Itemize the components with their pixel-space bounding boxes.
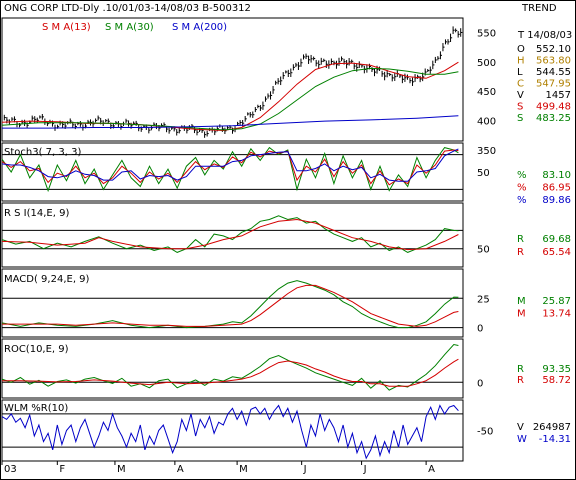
macd-readout-value: 13.74 bbox=[542, 309, 571, 320]
macd-y-tick-label: 25 bbox=[477, 294, 490, 305]
x-tick-label: A bbox=[428, 464, 435, 475]
stoch-readout-key: % bbox=[517, 195, 527, 206]
price-y-tick-label: 500 bbox=[477, 58, 496, 69]
price-readout-value: 483.25 bbox=[536, 113, 571, 124]
stoch-y-tick-label: 50 bbox=[477, 168, 490, 179]
x-tick-label: J bbox=[303, 464, 307, 475]
price-legend-label: S M A(30) bbox=[105, 22, 154, 33]
roc-readout-value: 93.35 bbox=[542, 364, 571, 375]
price-readout-key: O bbox=[517, 44, 525, 55]
readout-date: T 14/08/03 bbox=[517, 30, 572, 41]
price-y-tick-label: 550 bbox=[477, 29, 496, 40]
wlm-panel-label: WLM %R(10) bbox=[4, 403, 68, 414]
chart-canvas: ONG CORP LTD-Dly .10/01/03-14/08/03 B-50… bbox=[0, 0, 576, 480]
price-readout-key: S bbox=[517, 113, 523, 124]
rsi-readout-value: 65.54 bbox=[542, 247, 571, 258]
x-tick-label: A bbox=[177, 464, 184, 475]
stoch-panel-label: Stoch3( 7, 3, 3) bbox=[4, 147, 81, 158]
rsi-panel-label: R S I(14,E, 9) bbox=[4, 208, 69, 219]
roc-readout-key: R bbox=[517, 364, 524, 375]
x-tick-label: F bbox=[59, 464, 65, 475]
roc-readout-key: R bbox=[517, 375, 524, 386]
price-readout-key: S bbox=[517, 102, 523, 113]
price-readout-key: C bbox=[517, 79, 524, 90]
price-y-tick-label: 450 bbox=[477, 87, 496, 98]
x-tick-label: M bbox=[117, 464, 126, 475]
macd-readout-key: M bbox=[517, 309, 526, 320]
stoch-readout-key: % bbox=[517, 170, 527, 181]
wlm-readout-key: W bbox=[517, 434, 527, 445]
price-readout-value: 563.80 bbox=[536, 56, 571, 67]
price-legend-label: S M A(200) bbox=[172, 22, 227, 33]
macd-readout-key: M bbox=[517, 296, 526, 307]
x-tick-label: J bbox=[363, 464, 367, 475]
price-readout-value: 1457 bbox=[546, 90, 571, 101]
price-readout-key: L bbox=[517, 67, 523, 78]
price-y-tick-label: 400 bbox=[477, 117, 496, 128]
stoch-readout-key: % bbox=[517, 183, 527, 194]
price-readout-key: H bbox=[517, 56, 525, 67]
roc-panel-label: ROC(10,E, 9) bbox=[4, 344, 69, 355]
wlm-readout-value: -14.31 bbox=[539, 434, 571, 445]
price-readout-key: V bbox=[517, 90, 524, 101]
price-readout-value: 499.48 bbox=[536, 102, 571, 113]
wlm-readout-value: 264987 bbox=[533, 422, 571, 433]
roc-readout-value: 58.72 bbox=[542, 375, 571, 386]
price-y-tick-label: 350 bbox=[477, 146, 496, 157]
macd-panel-label: MACD( 9,24,E, 9) bbox=[4, 274, 90, 285]
wlm-readout-key: V bbox=[517, 422, 524, 433]
stoch-readout-value: 86.95 bbox=[542, 183, 571, 194]
price-readout-value: 547.95 bbox=[536, 79, 571, 90]
stoch-readout-value: 89.86 bbox=[542, 195, 571, 206]
rsi-readout-key: R bbox=[517, 234, 524, 245]
rsi-y-tick-label: 50 bbox=[477, 245, 490, 256]
stoch-readout-value: 83.10 bbox=[542, 170, 571, 181]
price-readout-value: 552.10 bbox=[536, 44, 571, 55]
chart-title: ONG CORP LTD-Dly .10/01/03-14/08/03 B-50… bbox=[4, 3, 251, 14]
trend-label: TREND bbox=[521, 3, 557, 14]
macd-readout-value: 25.87 bbox=[542, 296, 571, 307]
rsi-readout-key: R bbox=[517, 247, 524, 258]
roc-y-tick-label: 0 bbox=[477, 378, 483, 389]
price-sma-labels: S M A(13) S M A(30) S M A(200) bbox=[42, 22, 227, 33]
price-readout-value: 544.55 bbox=[536, 67, 571, 78]
price-legend-label: S M A(13) bbox=[42, 22, 91, 33]
x-tick-label: M bbox=[239, 464, 248, 475]
x-tick-label: 03 bbox=[4, 464, 17, 475]
macd-y-tick-label: 0 bbox=[477, 324, 483, 335]
rsi-readout-value: 69.68 bbox=[542, 234, 571, 245]
wlm-y-tick-label: -50 bbox=[477, 427, 493, 438]
